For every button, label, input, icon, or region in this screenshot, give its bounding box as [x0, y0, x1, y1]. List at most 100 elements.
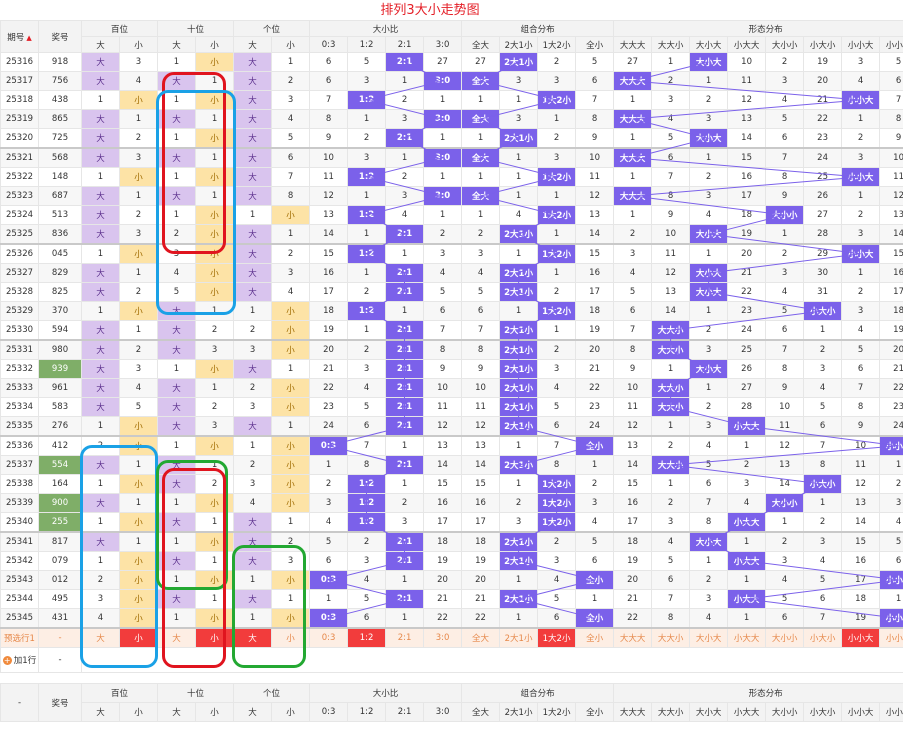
trend-cell: 1大2小	[537, 493, 577, 513]
preselect-row[interactable]: 预选行1- 大小大小大小 0:3 1:2 2:1 3:0 全大 2大1小 1大2小 全小 大大大 大大…	[0, 627, 903, 648]
trend-cell: 16	[841, 551, 881, 571]
trend-cell: 小小小	[879, 435, 903, 456]
trend-cell: 2	[271, 243, 311, 264]
preselect-option[interactable]: 大大小	[651, 627, 691, 648]
preselect-option[interactable]: 1:2	[347, 627, 387, 648]
issue-cell: 25324	[0, 205, 39, 225]
trend-cell: 6	[461, 301, 501, 321]
preselect-option[interactable]: 小	[118, 627, 159, 648]
preselect-option[interactable]: 大	[81, 627, 120, 648]
trend-cell: 8	[651, 186, 691, 206]
trend-cell: 2	[233, 455, 273, 475]
preselect-label[interactable]: 预选行1	[0, 627, 39, 648]
trend-cell: 6	[613, 301, 653, 321]
trend-cell: 小	[195, 531, 235, 552]
trend-cell: 1	[233, 435, 273, 456]
trend-cell: 3	[613, 243, 653, 264]
trend-cell: 1	[157, 167, 197, 187]
trend-cell: 3	[803, 359, 843, 379]
table-row: 25331 980 大 2 大 3 3 小 20 2 2:1 8 8 2大1小 2 20 8 大大小 3 25 7 2 5 2…	[0, 339, 903, 360]
preselect-option[interactable]: 大大大	[613, 627, 653, 648]
trend-cell: 2	[689, 320, 729, 341]
preselect-option[interactable]: 小	[271, 627, 311, 648]
trend-cell: 小大小	[803, 301, 843, 321]
trend-cell: 1	[195, 512, 235, 533]
trend-cell: 1大2小	[537, 90, 577, 110]
preselect-option[interactable]: 大	[233, 627, 273, 648]
trend-cell: 14	[651, 301, 691, 321]
trend-cell: 4	[879, 512, 903, 533]
trend-cell: 20	[613, 570, 653, 590]
issue-cell: 25319	[0, 109, 39, 129]
issue-cell: 25328	[0, 282, 39, 302]
trend-cell: 5	[803, 397, 843, 417]
preselect-option[interactable]: 2:1	[385, 627, 425, 648]
trend-cell: 大	[157, 320, 197, 341]
preselect-option[interactable]: 小大大	[727, 627, 767, 648]
preselect-option[interactable]: 3:0	[423, 627, 463, 648]
preselect-option[interactable]: 全小	[575, 627, 615, 648]
preselect-option[interactable]: 0:3	[309, 627, 349, 648]
trend-cell: 大	[81, 359, 120, 379]
prize-cell: 939	[38, 359, 82, 379]
trend-cell: 10	[309, 147, 349, 168]
preselect-option[interactable]: 小大小	[803, 627, 843, 648]
preselect-option[interactable]: 2大1小	[499, 627, 539, 648]
trend-cell: 大	[233, 416, 273, 437]
issue-cell: 25331	[0, 339, 39, 360]
trend-cell: 2	[841, 128, 881, 149]
preselect-option[interactable]: 全大	[461, 627, 501, 648]
prize-cell: 012	[38, 570, 82, 590]
trend-cell: 17	[841, 570, 881, 590]
trend-cell: 小	[195, 52, 235, 72]
trend-cell: 大大小	[651, 378, 691, 398]
preselect-option[interactable]: 1大2小	[537, 627, 577, 648]
add-row-button[interactable]: + 加1行	[0, 647, 39, 673]
footer-prize-header: 奖号	[38, 683, 82, 722]
trend-cell: 3	[651, 512, 691, 533]
issue-header[interactable]: 期号 ▲	[0, 20, 39, 53]
trend-cell: 6	[271, 147, 311, 168]
trend-cell: 3	[195, 416, 235, 437]
subcolumn-header: 小	[271, 36, 311, 53]
trend-cell: 28	[803, 224, 843, 245]
trend-cell: 6	[423, 301, 463, 321]
trend-cell: 小	[195, 128, 235, 149]
preselect-option[interactable]: 大小小	[765, 627, 805, 648]
trend-cell: 17	[575, 282, 615, 302]
footer-subcolumn-header: 1:2	[347, 702, 387, 722]
preselect-option[interactable]: 小	[195, 627, 235, 648]
trend-cell: 11	[879, 167, 903, 187]
subcolumn-header: 小小小	[879, 36, 903, 53]
trend-cell: 17	[461, 512, 501, 533]
trend-cell: 17	[879, 282, 903, 302]
trend-cell: 1	[689, 243, 729, 264]
preselect-option[interactable]: 小小大	[841, 627, 881, 648]
trend-cell: 3	[423, 243, 463, 264]
prize-cell: 836	[38, 224, 82, 245]
prize-cell: 687	[38, 186, 82, 206]
preselect-option[interactable]: 大	[157, 627, 197, 648]
preselect-option[interactable]: 小小小	[879, 627, 903, 648]
trend-cell: 1	[118, 493, 159, 513]
trend-cell: 2:1	[385, 531, 425, 552]
trend-cell: 7	[613, 320, 653, 341]
trend-cell: 大	[81, 531, 120, 552]
trend-cell: 大	[233, 71, 273, 91]
trend-cell: 小	[195, 205, 235, 225]
trend-cell: 5	[537, 397, 577, 417]
trend-cell: 大	[81, 224, 120, 245]
trend-cell: 4	[309, 512, 349, 533]
trend-cell: 5	[347, 589, 387, 609]
trend-cell: 19	[841, 608, 881, 629]
preselect-option[interactable]: 大小大	[689, 627, 729, 648]
trend-cell: 4	[651, 531, 691, 552]
trend-cell: 3	[233, 339, 273, 360]
trend-cell: 2	[271, 531, 311, 552]
trend-cell: 2	[347, 282, 387, 302]
footer-subcolumn-header: 大	[233, 702, 273, 722]
trend-cell: 5	[537, 589, 577, 609]
trend-cell: 大	[81, 493, 120, 513]
trend-cell: 大	[157, 109, 197, 129]
issue-cell: 25321	[0, 147, 39, 168]
